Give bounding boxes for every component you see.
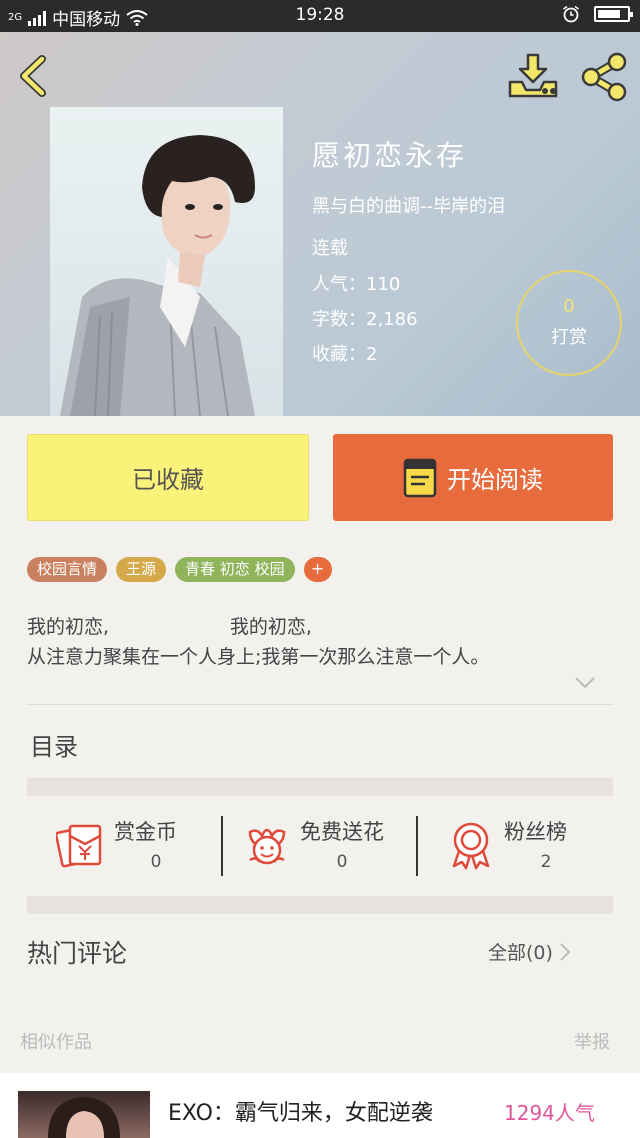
hot-comments-title: 热门评论 bbox=[27, 939, 128, 968]
send-flower-count: 0 bbox=[336, 852, 348, 872]
author-name[interactable]: 黑与白的曲调--毕岸的泪 bbox=[312, 192, 505, 218]
coin-reward-count: 0 bbox=[150, 852, 162, 872]
tip-button[interactable]: 0 打赏 bbox=[516, 270, 622, 376]
report-link[interactable]: 举报 bbox=[574, 1028, 610, 1054]
chevron-down-icon[interactable] bbox=[574, 676, 596, 690]
alarm-icon bbox=[563, 5, 579, 23]
award-ribbon-icon bbox=[452, 822, 490, 870]
recommended-book-cover bbox=[18, 1091, 150, 1138]
all-comments-link[interactable]: 全部(0) bbox=[488, 938, 571, 965]
recommended-book-popularity: 1294人气 bbox=[504, 1101, 595, 1125]
coin-reward-button[interactable]: 赏金币 0 bbox=[56, 812, 216, 880]
word-count: 字数：2,186 bbox=[312, 309, 418, 330]
back-button[interactable] bbox=[14, 54, 54, 98]
battery-icon bbox=[594, 6, 633, 22]
start-reading-label: 开始阅读 bbox=[447, 466, 543, 494]
tip-label: 打赏 bbox=[551, 327, 587, 348]
chevron-right-icon bbox=[560, 942, 571, 961]
intro-line: 从注意力聚集在一个人身上;我第一次那么注意一个人。 bbox=[27, 646, 490, 668]
book-icon bbox=[403, 458, 437, 497]
send-flower-label: 免费送花 bbox=[300, 820, 384, 844]
recommended-book-item[interactable]: EXO：霸气归来，女配逆袭 1294人气 bbox=[0, 1073, 640, 1138]
tip-count: 0 bbox=[563, 296, 575, 317]
table-of-contents-link[interactable]: 目录 bbox=[30, 727, 78, 762]
section-divider bbox=[27, 778, 613, 796]
fan-ranking-count: 2 bbox=[540, 852, 552, 872]
red-envelope-icon bbox=[56, 824, 102, 868]
download-button[interactable] bbox=[506, 52, 560, 100]
tag-item[interactable]: 校园言情 bbox=[27, 557, 108, 582]
recommended-book-title: EXO：霸气归来，女配逆袭 bbox=[168, 1101, 433, 1126]
flower-icon bbox=[248, 828, 286, 865]
clock: 19:28 bbox=[295, 5, 345, 25]
collection-count: 收藏：2 bbox=[312, 344, 378, 365]
share-button[interactable] bbox=[578, 52, 630, 102]
divider bbox=[221, 816, 223, 876]
tag-item[interactable]: 王源 bbox=[116, 557, 167, 582]
book-intro[interactable]: 我的初恋, 我的初恋, 从注意力聚集在一个人身上;我第一次那么注意一个人。 bbox=[27, 612, 607, 672]
collected-label: 已收藏 bbox=[132, 466, 204, 494]
book-cover[interactable] bbox=[50, 107, 283, 416]
collected-button[interactable]: 已收藏 bbox=[27, 434, 309, 521]
all-comments-label: 全部(0) bbox=[488, 942, 553, 964]
book-title: 愿初恋永存 bbox=[312, 139, 468, 172]
divider bbox=[416, 816, 418, 876]
serial-status: 连载 bbox=[312, 238, 348, 259]
fan-ranking-button[interactable]: 粉丝榜 2 bbox=[446, 812, 606, 880]
cover-photo bbox=[60, 135, 255, 416]
tag-list: 校园言情 王源 青春 初恋 校园 + bbox=[27, 557, 332, 582]
fan-ranking-label: 粉丝榜 bbox=[504, 820, 567, 844]
tag-item[interactable]: 青春 初恋 校园 bbox=[175, 557, 295, 582]
start-reading-button[interactable]: 开始阅读 bbox=[333, 434, 613, 521]
send-flower-button[interactable]: 免费送花 0 bbox=[242, 812, 412, 880]
divider bbox=[27, 704, 613, 705]
add-tag-button[interactable]: + bbox=[303, 557, 332, 582]
similar-works-title: 相似作品 bbox=[20, 1032, 92, 1053]
popularity-count: 人气：110 bbox=[312, 274, 401, 295]
section-divider bbox=[27, 896, 613, 914]
book-header: 愿初恋永存 黑与白的曲调--毕岸的泪 连载 人气：110 字数：2,186 收藏… bbox=[0, 32, 640, 416]
status-bar: 2G 中国移动 19:28 bbox=[0, 0, 640, 32]
coin-reward-label: 赏金币 bbox=[114, 820, 177, 844]
intro-line: 我的初恋, 我的初恋, bbox=[27, 616, 312, 638]
